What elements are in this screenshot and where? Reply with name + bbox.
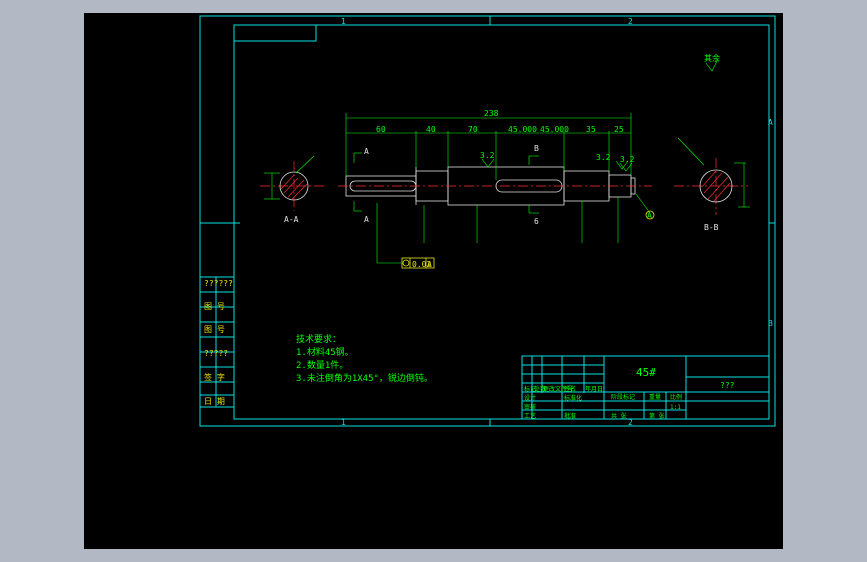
dim-7: 25 — [614, 125, 624, 134]
tb-label-approve: 批准 — [564, 413, 577, 420]
cad-viewport[interactable]: 1 2 A B 1 2 其余 238 60 40 70 45.000 45.00… — [84, 13, 783, 549]
dim-4: 45.000 — [508, 125, 537, 134]
tb-label-design: 设计 — [524, 395, 537, 402]
dim-6: 35 — [586, 125, 596, 134]
tb-sheet: 共 张 — [611, 413, 627, 420]
zone-label-right-b: B — [768, 319, 773, 328]
requirement-3: 3.未注倒角为1X45°，锐边倒钝。 — [296, 374, 433, 384]
tb-weight: 重量 — [649, 394, 662, 401]
datum-label: A — [647, 211, 652, 220]
tb-label-date: 年月日 — [585, 386, 604, 393]
section-b-bottom: 6 — [534, 217, 539, 226]
surface-roughness-note: 其余 — [704, 54, 720, 63]
dim-3: 70 — [468, 125, 478, 134]
side-cell-6: 日 期 — [204, 397, 225, 406]
tb-stage: 阶段标记 — [611, 394, 636, 401]
requirements-title: 技术要求： — [296, 335, 342, 345]
tb-label-sign: 签名 — [564, 386, 577, 393]
tb-scale: 1:1 — [670, 404, 681, 411]
roughness-mid: 3.2 — [596, 153, 611, 162]
section-a-top: A — [364, 147, 369, 156]
side-cell-4: ????? — [204, 349, 229, 358]
zone-label-top-2: 2 — [628, 17, 633, 26]
side-cell-5: 签 字 — [204, 373, 225, 382]
zone-label-top-1: 1 — [341, 17, 346, 26]
section-b-caption: B-B — [704, 223, 719, 232]
roughness-right: 3.2 — [620, 155, 635, 164]
dim-overall: 238 — [484, 109, 499, 118]
shaft-drawing — [199, 15, 776, 427]
dim-5: 45.000 — [540, 125, 569, 134]
tb-label-process: 工艺 — [524, 413, 537, 420]
tb-label-review: 审核 — [524, 404, 537, 411]
dim-1: 60 — [376, 125, 386, 134]
zone-label-right-a: A — [768, 118, 773, 127]
dim-2: 40 — [426, 125, 436, 134]
tb-sheet-of: 第 张 — [649, 413, 665, 420]
code-box — [233, 24, 317, 42]
section-a-caption: A-A — [284, 215, 299, 224]
side-cell-3: 图 号 — [204, 325, 225, 334]
requirement-2: 2.数量1件。 — [296, 361, 349, 371]
tb-scale-label: 比例 — [670, 394, 683, 401]
roughness-left: 3.2 — [480, 151, 495, 160]
section-b-top: B — [534, 144, 539, 153]
material-value: 45# — [636, 366, 656, 379]
tb-label-standard: 标准化 — [564, 395, 583, 402]
drawing-name: ??? — [720, 381, 735, 390]
zone-label-bottom-1: 1 — [341, 418, 346, 427]
section-a-bottom: A — [364, 215, 369, 224]
side-cell-1: ?????? — [204, 279, 233, 288]
inner-frame — [233, 24, 770, 420]
side-cell-2: 图 号 — [204, 302, 225, 311]
requirement-1: 1.材料45钢。 — [296, 348, 354, 358]
tolerance-datum: A — [427, 260, 432, 269]
zone-label-bottom-2: 2 — [628, 418, 633, 427]
